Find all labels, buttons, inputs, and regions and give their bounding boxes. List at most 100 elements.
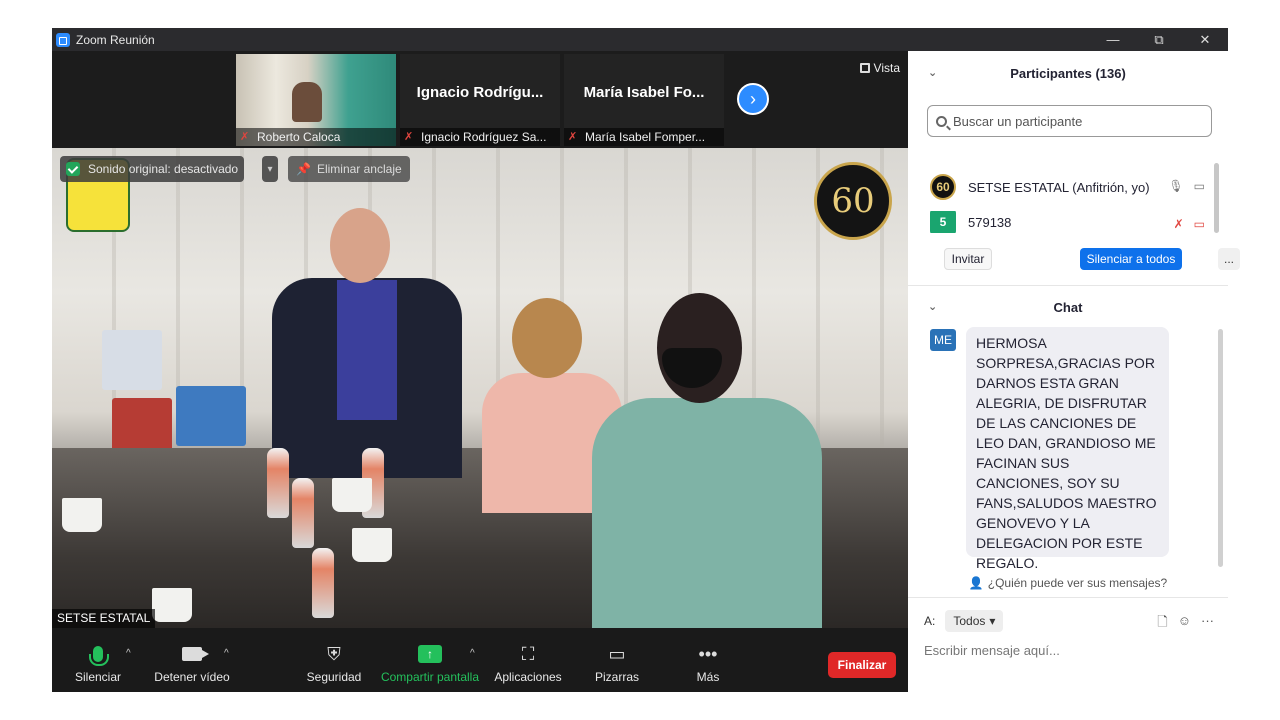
view-button[interactable]: Vista bbox=[859, 61, 900, 75]
whiteboard-icon: ▭ bbox=[608, 643, 626, 664]
product-box bbox=[176, 386, 246, 446]
chevron-down-icon[interactable]: ⌄ bbox=[928, 300, 937, 313]
participant-name: SETSE ESTATAL (Anfitrión, yo) bbox=[968, 179, 1150, 195]
title-bar: Zoom Reunión — ⧉ ✕ bbox=[52, 28, 1228, 51]
thumbnail-name: ✗ Roberto Caloca bbox=[236, 128, 396, 146]
minimize-button[interactable]: — bbox=[1090, 28, 1136, 51]
chat-tools: 🗋 ☺ ··· bbox=[1157, 613, 1214, 635]
side-panel: ⌄ Participantes (136) Buscar un particip… bbox=[908, 51, 1240, 692]
share-screen-button[interactable]: ↑ Compartir pantalla bbox=[380, 642, 480, 690]
person-body bbox=[592, 398, 822, 628]
participant-search-input[interactable]: Buscar un participante bbox=[927, 105, 1212, 137]
message-visibility[interactable]: 👤 ¿Quién puede ver sus mensajes? bbox=[908, 571, 1228, 595]
chat-message[interactable]: HERMOSA SORPRESA,GRACIAS POR DARNOS ESTA… bbox=[966, 327, 1169, 571]
mic-muted-icon: ✗ bbox=[404, 131, 414, 143]
avatar: 60 bbox=[930, 174, 956, 200]
thumbnail-maria[interactable]: María Isabel Fo... ✗ María Isabel Fomper… bbox=[564, 54, 724, 146]
more-label: Más bbox=[696, 670, 720, 684]
original-sound-label: Sonido original: desactivado bbox=[88, 162, 239, 176]
mic-muted-icon: ✗ bbox=[1173, 217, 1184, 231]
zoom-window: Zoom Reunión — ⧉ ✕ ✗ Roberto Caloca Igna… bbox=[52, 28, 1240, 692]
stop-video-button[interactable]: Detener vídeo bbox=[152, 642, 232, 690]
mute-button[interactable]: Silenciar bbox=[70, 642, 126, 690]
thumbnail-name-text: Ignacio Rodríguez Sa... bbox=[421, 130, 547, 144]
cup bbox=[352, 528, 392, 562]
recipient-value: Todos bbox=[953, 614, 986, 628]
mic-muted-icon: ✗ bbox=[568, 131, 578, 143]
next-page-button[interactable]: › bbox=[737, 83, 769, 115]
chat-scrollbar[interactable] bbox=[1218, 329, 1223, 567]
more-button[interactable]: ••• Más bbox=[688, 642, 728, 690]
recipient-select[interactable]: Todos ▾ bbox=[945, 610, 1004, 632]
zoom-app-icon bbox=[56, 32, 70, 47]
video-area: ✗ Roberto Caloca Ignacio Rodrígu... ✗ Ig… bbox=[52, 51, 908, 636]
participant-status: 🎙 ▭ bbox=[1168, 179, 1205, 193]
mute-label: Silenciar bbox=[74, 670, 122, 684]
person-seated-right bbox=[592, 293, 822, 628]
participants-more-button[interactable]: ... bbox=[1218, 248, 1240, 270]
video-camera-icon bbox=[182, 647, 209, 661]
thumbnail-ignacio[interactable]: Ignacio Rodrígu... ✗ Ignacio Rodríguez S… bbox=[400, 54, 560, 146]
to-label: A: bbox=[924, 614, 936, 628]
chat-input-placeholder: Escribir mensaje aquí... bbox=[924, 642, 1060, 658]
security-button[interactable]: ⛨ Seguridad bbox=[304, 642, 364, 690]
chat-header: ⌄ Chat bbox=[908, 287, 1228, 327]
window-title: Zoom Reunión bbox=[76, 32, 155, 47]
people-icon: 👤 bbox=[968, 576, 984, 590]
main-video: 60 Sonido original: desactivado ▾ 📌 Elim… bbox=[52, 148, 908, 628]
participant-figure bbox=[292, 82, 322, 122]
shield-check-icon bbox=[66, 162, 80, 176]
whiteboards-label: Pizarras bbox=[594, 670, 639, 684]
apps-icon: ⛶ bbox=[521, 643, 535, 664]
emoji-icon[interactable]: ☺ bbox=[1178, 613, 1191, 635]
original-sound-toggle[interactable]: Sonido original: desactivado bbox=[60, 156, 245, 182]
audio-options-caret[interactable]: ^ bbox=[126, 648, 131, 659]
chevron-down-icon[interactable]: ⌄ bbox=[928, 66, 937, 79]
invite-button[interactable]: Invitar bbox=[944, 248, 992, 270]
participant-row[interactable]: 60 SETSE ESTATAL (Anfitrión, yo) 🎙 ▭ bbox=[930, 173, 1205, 201]
speaker-name: SETSE ESTATAL bbox=[52, 609, 156, 628]
meeting-toolbar: Silenciar ^ Detener vídeo ^ ⛨ Seguridad … bbox=[52, 636, 908, 692]
unpin-label: Eliminar anclaje bbox=[316, 162, 402, 176]
shield-icon: ⛨ bbox=[327, 643, 341, 664]
end-meeting-button[interactable]: Finalizar bbox=[828, 652, 896, 678]
chat-title: Chat bbox=[1053, 299, 1083, 315]
more-icon: ••• bbox=[698, 643, 718, 664]
whiteboards-button[interactable]: ▭ Pizarras bbox=[592, 642, 642, 690]
participant-name: 579138 bbox=[968, 214, 1012, 230]
share-screen-icon: ↑ bbox=[418, 645, 442, 663]
participants-header: ⌄ Participantes (136) bbox=[908, 53, 1228, 93]
pin-icon: 📌 bbox=[296, 162, 311, 176]
cup bbox=[332, 478, 372, 512]
participants-scrollbar[interactable] bbox=[1214, 163, 1219, 233]
apps-label: Aplicaciones bbox=[494, 670, 562, 684]
participant-row[interactable]: 5 579138 ✗ ▭ bbox=[930, 211, 1205, 233]
thumbnail-roberto[interactable]: ✗ Roberto Caloca bbox=[236, 54, 396, 146]
chevron-down-icon: ▾ bbox=[989, 614, 996, 628]
chevron-right-icon: › bbox=[750, 88, 756, 109]
security-label: Seguridad bbox=[306, 670, 362, 684]
microphone-icon: 🎙 bbox=[1168, 179, 1184, 193]
share-options-caret[interactable]: ^ bbox=[470, 648, 475, 659]
divider bbox=[908, 285, 1228, 286]
chevron-down-icon[interactable]: ▾ bbox=[262, 156, 278, 182]
participant-status: ✗ ▭ bbox=[1174, 217, 1205, 231]
unpin-button[interactable]: 📌 Eliminar anclaje bbox=[288, 156, 410, 182]
thumbnail-strip: ✗ Roberto Caloca Ignacio Rodrígu... ✗ Ig… bbox=[52, 51, 908, 148]
search-icon bbox=[936, 115, 947, 127]
share-screen-label: Compartir pantalla bbox=[380, 670, 480, 684]
close-button[interactable]: ✕ bbox=[1182, 28, 1228, 51]
cup bbox=[62, 498, 102, 532]
more-icon[interactable]: ··· bbox=[1201, 613, 1214, 635]
chat-input[interactable]: Escribir mensaje aquí... bbox=[924, 639, 1214, 661]
anniversary-logo: 60 bbox=[814, 162, 892, 240]
apps-button[interactable]: ⛶ Aplicaciones bbox=[492, 642, 564, 690]
search-placeholder: Buscar un participante bbox=[953, 113, 1083, 129]
file-icon[interactable]: 🗋 bbox=[1157, 613, 1167, 635]
video-options-caret[interactable]: ^ bbox=[224, 648, 229, 659]
person-head bbox=[330, 208, 390, 283]
thumbnail-name-text: María Isabel Fomper... bbox=[585, 130, 706, 144]
mute-all-button[interactable]: Silenciar a todos bbox=[1080, 248, 1182, 270]
restore-button[interactable]: ⧉ bbox=[1136, 28, 1182, 51]
thumbnail-name: ✗ Ignacio Rodríguez Sa... bbox=[400, 128, 560, 146]
